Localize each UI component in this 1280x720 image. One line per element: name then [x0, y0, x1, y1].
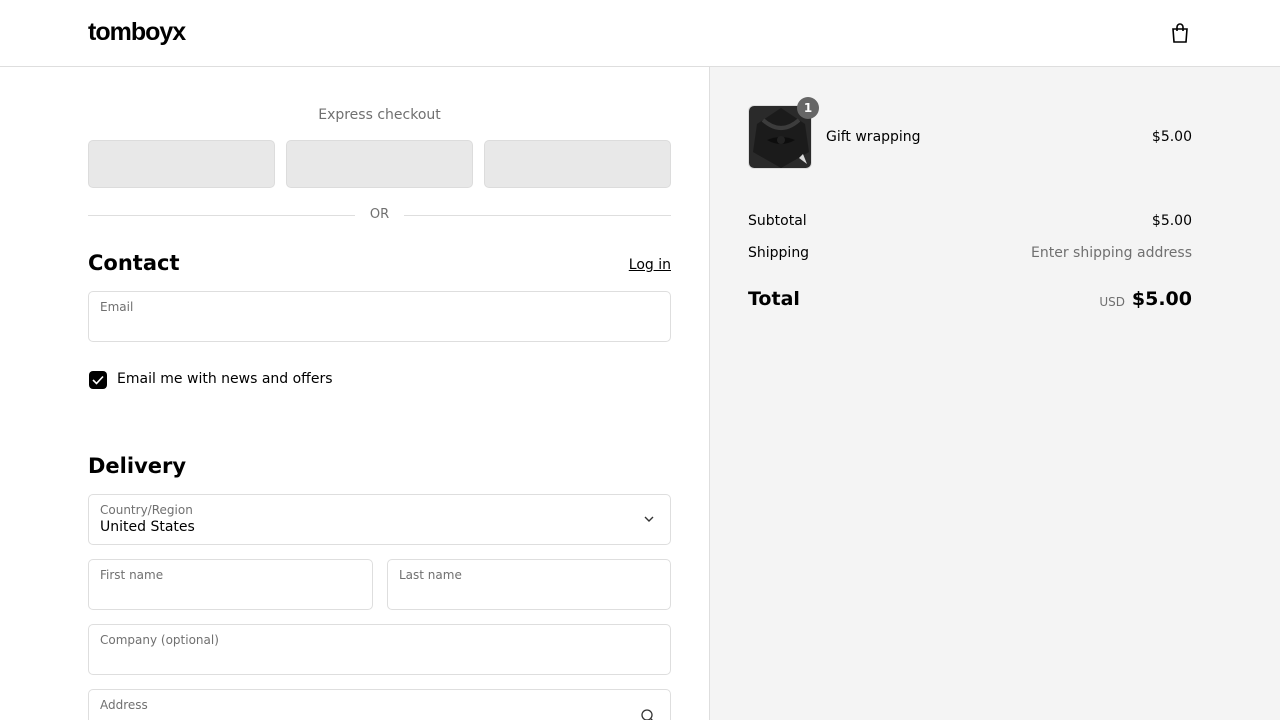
shipping-label: Shipping [748, 245, 810, 261]
country-select-value: United States [100, 519, 195, 535]
company-field[interactable]: Company (optional) [88, 624, 671, 675]
chevron-down-icon [644, 516, 654, 522]
address-field[interactable]: Address [88, 689, 671, 720]
or-divider: OR [88, 206, 671, 224]
express-pay-button-1[interactable] [88, 140, 275, 188]
last-name-label: Last name [399, 568, 462, 582]
site-header: tomboyx [0, 0, 1280, 67]
first-name-label: First name [100, 568, 164, 582]
express-checkout-title: Express checkout [318, 107, 441, 123]
company-label: Company (optional) [100, 633, 219, 647]
newsletter-label: Email me with news and offers [117, 371, 333, 387]
country-select[interactable]: Country/Region United States [88, 494, 671, 545]
item-price: $5.00 [1151, 129, 1192, 145]
brand-logo[interactable]: tomboyx [88, 18, 186, 47]
newsletter-checkbox[interactable] [89, 371, 107, 389]
subtotal-value: $5.00 [1151, 213, 1192, 229]
checkmark-icon [92, 375, 104, 385]
contact-heading: Contact [88, 251, 180, 275]
currency-code: USD [1099, 295, 1125, 309]
total-label: Total [748, 288, 800, 310]
shipping-value: Enter shipping address [1031, 245, 1192, 261]
delivery-heading: Delivery [88, 454, 187, 478]
item-name: Gift wrapping [826, 129, 921, 145]
total-value: $5.00 [1131, 288, 1192, 310]
last-name-field[interactable]: Last name [387, 559, 671, 610]
email-field[interactable]: Email [88, 291, 671, 342]
log-in-link[interactable]: Log in [629, 257, 671, 273]
email-input[interactable] [100, 317, 623, 333]
subtotal-label: Subtotal [748, 213, 807, 229]
country-select-label: Country/Region [100, 503, 193, 517]
express-pay-button-2[interactable] [286, 140, 473, 188]
express-pay-button-3[interactable] [484, 140, 671, 188]
address-label: Address [100, 698, 148, 712]
divider-line-right [404, 215, 671, 216]
email-field-label: Email [100, 300, 134, 314]
item-quantity-badge: 1 [797, 97, 819, 119]
search-icon [641, 709, 653, 720]
shopping-bag-icon[interactable] [1170, 22, 1190, 44]
first-name-field[interactable]: First name [88, 559, 373, 610]
